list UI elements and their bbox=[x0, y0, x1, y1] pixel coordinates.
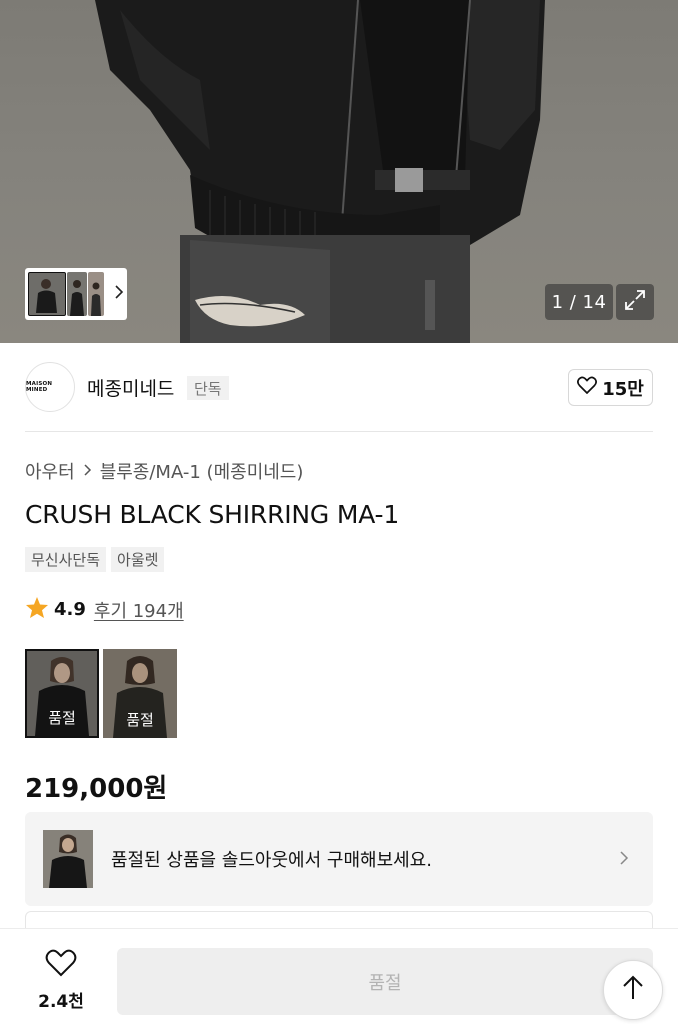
heart-icon bbox=[577, 376, 598, 399]
expand-icon bbox=[624, 289, 646, 315]
arrow-up-icon bbox=[622, 975, 644, 1005]
scroll-to-top-button[interactable] bbox=[603, 960, 663, 1020]
wishlist-button[interactable]: 2.4천 bbox=[30, 949, 92, 1012]
banner-product-thumbnail bbox=[43, 830, 93, 888]
brand-exclusive-badge: 단독 bbox=[187, 376, 229, 400]
soldout-banner-text: 품절된 상품을 솔드아웃에서 구매해보세요. bbox=[111, 850, 432, 871]
brand-name[interactable]: 메종미네드 bbox=[87, 374, 174, 401]
brand-logo[interactable]: MAISON MINED bbox=[25, 362, 75, 412]
chevron-right-icon bbox=[619, 847, 629, 871]
tag-outlet: 아울렛 bbox=[111, 547, 165, 572]
color-option-khaki[interactable]: 품절 bbox=[103, 649, 177, 738]
rating: 4.9 후기 194개 bbox=[25, 596, 184, 623]
product-price: 219,000원 bbox=[25, 774, 168, 804]
heart-icon bbox=[45, 949, 77, 981]
breadcrumb-category[interactable]: 아우터 bbox=[25, 458, 75, 484]
breadcrumb: 아우터 블루종/MA-1 (메종미네드) bbox=[25, 458, 303, 484]
divider bbox=[25, 431, 653, 432]
option-soldout-label: 품절 bbox=[48, 709, 76, 727]
chevron-right-icon[interactable] bbox=[114, 285, 124, 303]
brand-like-button[interactable]: 15만 bbox=[568, 369, 653, 406]
color-option-black[interactable]: 품절 bbox=[25, 649, 99, 738]
rating-score: 4.9 bbox=[54, 599, 86, 620]
expand-image-button[interactable] bbox=[616, 284, 654, 320]
brand-like-count: 15만 bbox=[602, 378, 644, 400]
star-icon bbox=[25, 596, 49, 623]
brand-row: MAISON MINED 메종미네드 단독 15만 bbox=[25, 362, 653, 414]
buy-button-soldout[interactable]: 품절 bbox=[117, 948, 653, 1015]
thumbnail-strip[interactable] bbox=[25, 268, 127, 320]
chevron-right-icon bbox=[83, 461, 92, 482]
breadcrumb-subcategory[interactable]: 블루종/MA-1 (메종미네드) bbox=[100, 458, 304, 484]
bottom-action-bar: 2.4천 품절 bbox=[0, 928, 678, 1024]
product-image-gallery[interactable]: 1 / 14 bbox=[0, 0, 678, 343]
option-soldout-label: 품절 bbox=[126, 711, 154, 729]
product-title: CRUSH BLACK SHIRRING MA-1 bbox=[25, 500, 400, 529]
color-options: 품절 품절 bbox=[25, 649, 177, 738]
product-tags: 무신사단독 아울렛 bbox=[25, 547, 165, 572]
thumbnail-3[interactable] bbox=[88, 272, 104, 316]
tag-exclusive: 무신사단독 bbox=[25, 547, 107, 572]
review-count-link[interactable]: 후기 194개 bbox=[94, 597, 184, 623]
image-counter: 1 / 14 bbox=[545, 284, 613, 320]
soldout-resale-banner[interactable]: 품절된 상품을 솔드아웃에서 구매해보세요. bbox=[25, 812, 653, 906]
thumbnail-1[interactable] bbox=[28, 272, 66, 316]
thumbnail-2[interactable] bbox=[67, 272, 87, 316]
wishlist-count: 2.4천 bbox=[38, 992, 84, 1012]
